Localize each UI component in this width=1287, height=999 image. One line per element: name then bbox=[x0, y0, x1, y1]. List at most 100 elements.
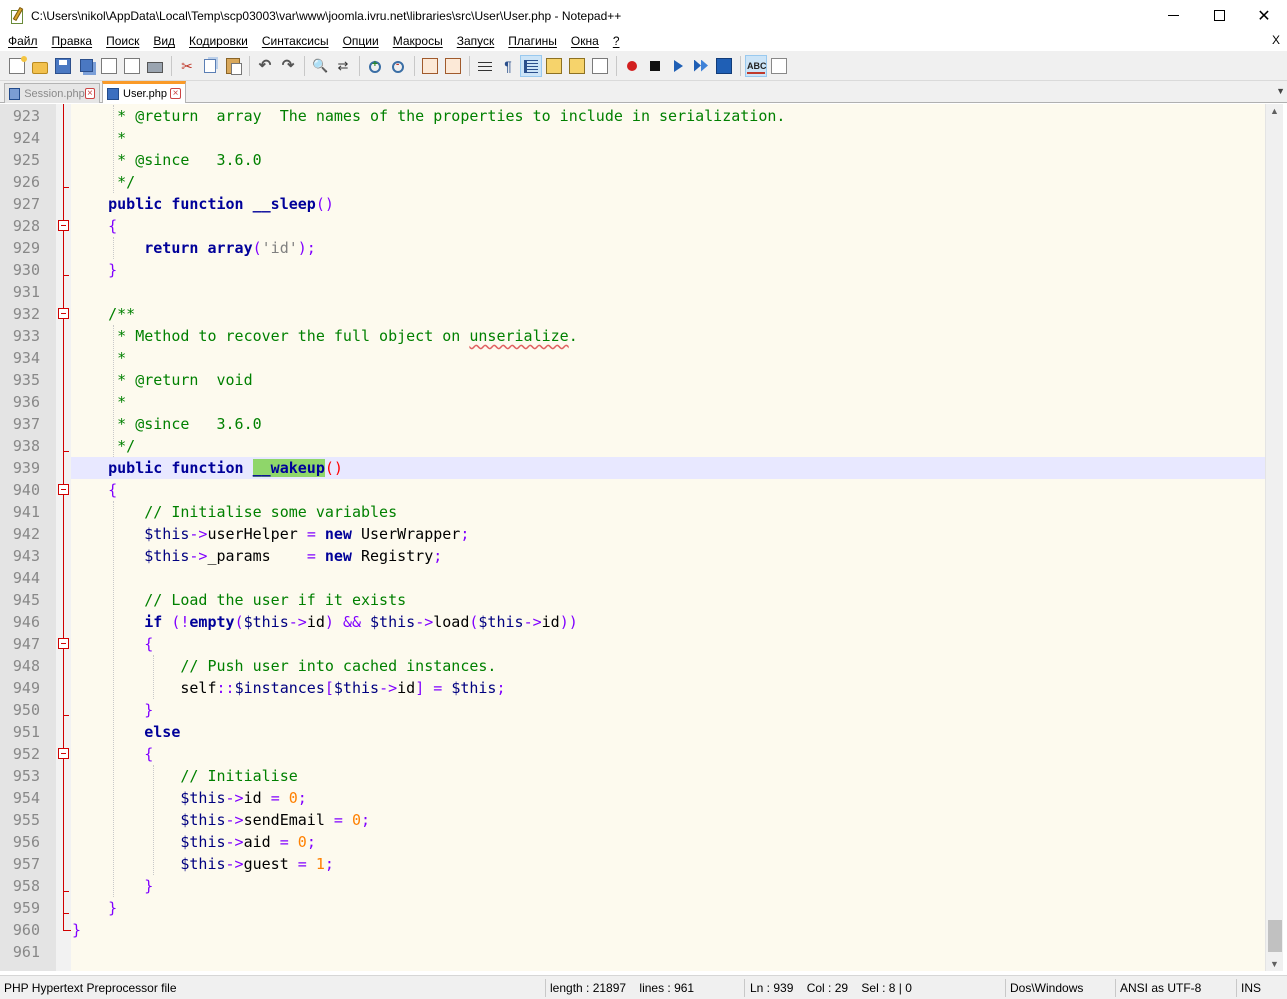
code-line[interactable]: 957 $this->guest = 1; bbox=[0, 853, 1265, 875]
show-all-chars-button[interactable]: ¶ bbox=[497, 55, 519, 77]
code-line[interactable]: 931 bbox=[0, 281, 1265, 303]
code-line[interactable]: 942 $this->userHelper = new UserWrapper; bbox=[0, 523, 1265, 545]
scroll-up-icon[interactable]: ▲ bbox=[1270, 106, 1279, 116]
code-line[interactable]: 950 } bbox=[0, 699, 1265, 721]
code-line[interactable]: 961 bbox=[0, 941, 1265, 963]
open-file-button[interactable] bbox=[29, 55, 51, 77]
undo-button[interactable]: ↶ bbox=[254, 55, 276, 77]
code-line[interactable]: 929 return array('id'); bbox=[0, 237, 1265, 259]
code-line[interactable]: 937 * @since 3.6.0 bbox=[0, 413, 1265, 435]
redo-button[interactable]: ↷ bbox=[277, 55, 299, 77]
code-line[interactable]: 946 if (!empty($this->id) && $this->load… bbox=[0, 611, 1265, 633]
code-line[interactable]: 936 * bbox=[0, 391, 1265, 413]
fold-toggle-icon[interactable] bbox=[58, 748, 69, 759]
code-line[interactable]: 938 */ bbox=[0, 435, 1265, 457]
code-line[interactable]: 935 * @return void bbox=[0, 369, 1265, 391]
close-document-button[interactable]: X bbox=[1272, 33, 1280, 47]
code-line[interactable]: 939 public function __wakeup() bbox=[0, 457, 1265, 479]
code-line[interactable]: 953 // Initialise bbox=[0, 765, 1265, 787]
code-line[interactable]: 952 { bbox=[0, 743, 1265, 765]
code-line[interactable]: 955 $this->sendEmail = 0; bbox=[0, 809, 1265, 831]
code-line[interactable]: 941 // Initialise some variables bbox=[0, 501, 1265, 523]
fold-toggle-icon[interactable] bbox=[58, 308, 69, 319]
tab-close-icon[interactable]: × bbox=[84, 88, 95, 99]
find-button[interactable]: 🔍 bbox=[309, 55, 331, 77]
menu-help[interactable]: ? bbox=[606, 34, 627, 48]
sync-horizontal-button[interactable] bbox=[442, 55, 464, 77]
spell-check-button[interactable]: ABC bbox=[745, 54, 767, 77]
new-file-button[interactable] bbox=[6, 55, 28, 77]
save-button[interactable] bbox=[52, 55, 74, 77]
code-line[interactable]: 943 $this->_params = new Registry; bbox=[0, 545, 1265, 567]
menu-run[interactable]: Запуск bbox=[450, 34, 502, 48]
code-line[interactable]: 923 * @return array The names of the pro… bbox=[0, 105, 1265, 127]
save-all-button[interactable] bbox=[75, 55, 97, 77]
code-line[interactable]: 940 { bbox=[0, 479, 1265, 501]
close-window-button[interactable]: ✕ bbox=[1241, 0, 1287, 31]
code-line[interactable]: 948 // Push user into cached instances. bbox=[0, 655, 1265, 677]
indent-guide-button[interactable] bbox=[520, 54, 542, 77]
paste-button[interactable] bbox=[222, 55, 244, 77]
tab-close-icon[interactable]: × bbox=[170, 88, 181, 99]
code-line[interactable]: 947 { bbox=[0, 633, 1265, 655]
code-line[interactable]: 949 self::$instances[$this->id] = $this; bbox=[0, 677, 1265, 699]
vertical-scrollbar[interactable]: ▲ ▼ bbox=[1265, 104, 1283, 971]
code-line[interactable]: 928 { bbox=[0, 215, 1265, 237]
menu-file[interactable]: Файл bbox=[0, 34, 45, 48]
code-line[interactable]: 954 $this->id = 0; bbox=[0, 787, 1265, 809]
tab-session-php[interactable]: Session.php × bbox=[4, 83, 100, 103]
code-line[interactable]: 927 public function __sleep() bbox=[0, 193, 1265, 215]
code-line[interactable]: 959 } bbox=[0, 897, 1265, 919]
menu-plugins[interactable]: Плагины bbox=[501, 34, 564, 48]
fold-toggle-icon[interactable] bbox=[58, 220, 69, 231]
menu-language[interactable]: Синтаксисы bbox=[255, 34, 336, 48]
function-list-button[interactable] bbox=[589, 55, 611, 77]
zoom-in-button[interactable] bbox=[364, 55, 386, 77]
replace-button[interactable]: ⇄ bbox=[332, 55, 354, 77]
doc-map-button[interactable] bbox=[566, 55, 588, 77]
close-button[interactable] bbox=[98, 55, 120, 77]
menu-macro[interactable]: Макросы bbox=[386, 34, 450, 48]
record-macro-button[interactable] bbox=[621, 55, 643, 77]
code-line[interactable]: 930 } bbox=[0, 259, 1265, 281]
print-button[interactable] bbox=[144, 55, 166, 77]
code-line[interactable]: 960} bbox=[0, 919, 1265, 941]
word-wrap-button[interactable] bbox=[474, 55, 496, 77]
menu-window[interactable]: Окна bbox=[564, 34, 606, 48]
copy-button[interactable] bbox=[199, 55, 221, 77]
code-line[interactable]: 945 // Load the user if it exists bbox=[0, 589, 1265, 611]
menu-encoding[interactable]: Кодировки bbox=[182, 34, 255, 48]
code-editor[interactable]: 923 * @return array The names of the pro… bbox=[0, 104, 1287, 971]
code-line[interactable]: 944 bbox=[0, 567, 1265, 589]
sync-vertical-button[interactable] bbox=[419, 55, 441, 77]
save-macro-button[interactable] bbox=[713, 55, 735, 77]
close-all-button[interactable] bbox=[121, 55, 143, 77]
stop-macro-button[interactable] bbox=[644, 55, 666, 77]
code-line[interactable]: 926 */ bbox=[0, 171, 1265, 193]
play-macro-button[interactable] bbox=[667, 55, 689, 77]
maximize-button[interactable] bbox=[1196, 0, 1242, 31]
cut-button[interactable]: ✂ bbox=[176, 55, 198, 77]
scroll-thumb[interactable] bbox=[1268, 920, 1282, 952]
fold-toggle-icon[interactable] bbox=[58, 638, 69, 649]
scroll-down-icon[interactable]: ▼ bbox=[1270, 959, 1279, 969]
tab-scroll-icon[interactable]: ▼ bbox=[1276, 86, 1285, 96]
code-line[interactable]: 951 else bbox=[0, 721, 1265, 743]
notepadpp-app-icon[interactable] bbox=[9, 6, 25, 24]
tab-user-php[interactable]: User.php × bbox=[102, 81, 186, 103]
user-language-button[interactable] bbox=[543, 55, 565, 77]
menu-edit[interactable]: Правка bbox=[45, 34, 100, 48]
menu-settings[interactable]: Опции bbox=[336, 34, 386, 48]
code-line[interactable]: 933 * Method to recover the full object … bbox=[0, 325, 1265, 347]
fold-toggle-icon[interactable] bbox=[58, 484, 69, 495]
minimize-button[interactable] bbox=[1150, 0, 1196, 31]
spell-options-button[interactable] bbox=[768, 55, 790, 77]
code-line[interactable]: 934 * bbox=[0, 347, 1265, 369]
menu-view[interactable]: Вид bbox=[146, 34, 182, 48]
menu-search[interactable]: Поиск bbox=[99, 34, 146, 48]
code-line[interactable]: 956 $this->aid = 0; bbox=[0, 831, 1265, 853]
code-line[interactable]: 925 * @since 3.6.0 bbox=[0, 149, 1265, 171]
code-line[interactable]: 958 } bbox=[0, 875, 1265, 897]
code-line[interactable]: 924 * bbox=[0, 127, 1265, 149]
code-line[interactable]: 932 /** bbox=[0, 303, 1265, 325]
